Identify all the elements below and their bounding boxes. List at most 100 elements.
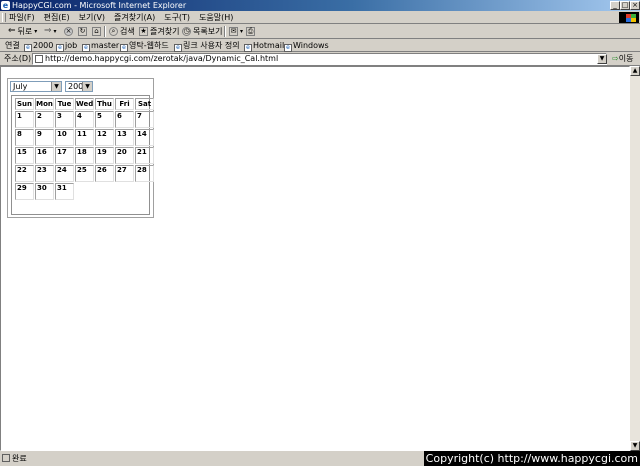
- forward-button[interactable]: ⇒ ▾: [44, 26, 57, 37]
- favorites-button[interactable]: ★ 즐겨찾기: [139, 26, 179, 37]
- scroll-up-button[interactable]: ▲: [630, 66, 640, 76]
- address-input[interactable]: http://demo.happycgi.com/zerotak/java/Dy…: [32, 53, 607, 65]
- windows-logo-icon: [619, 12, 639, 23]
- day-cell[interactable]: 27: [115, 165, 134, 182]
- link-2000[interactable]: e 2000: [24, 39, 53, 52]
- weekday-header: Sun: [15, 98, 34, 110]
- back-arrow-icon: ⇐: [8, 26, 16, 36]
- history-button[interactable]: ◷ 목록보기: [182, 26, 222, 37]
- link-page-icon: e: [24, 44, 32, 52]
- link-hotmail[interactable]: e Hotmail: [244, 39, 284, 52]
- stop-button[interactable]: ×: [64, 26, 73, 37]
- refresh-button[interactable]: ↻: [78, 26, 87, 37]
- link-job[interactable]: e job: [56, 39, 77, 52]
- day-cell[interactable]: 3: [55, 111, 74, 128]
- mail-dropdown-icon[interactable]: ▾: [240, 26, 243, 37]
- go-button[interactable]: ⇨이동: [612, 52, 633, 66]
- menu-favorites[interactable]: 즐겨찾기(A): [114, 11, 155, 24]
- menu-help[interactable]: 도움말(H): [199, 11, 233, 24]
- day-cell[interactable]: 30: [35, 183, 54, 200]
- link-webhard[interactable]: e 영탁-웹하드: [120, 39, 169, 52]
- weekday-header: Sat: [135, 98, 154, 110]
- search-button[interactable]: ⌕ 검색: [109, 26, 135, 37]
- day-cell[interactable]: 10: [55, 129, 74, 146]
- links-bar: 연결 e 2000 e job e master e 영탁-웹하드 e 링크 사용자 정의…: [0, 39, 640, 52]
- day-cell[interactable]: 12: [95, 129, 114, 146]
- day-cell[interactable]: 26: [95, 165, 114, 182]
- scroll-down-button[interactable]: ▼: [630, 441, 640, 451]
- link-windows[interactable]: e Windows: [284, 39, 329, 52]
- year-select[interactable]: 2001 ▼: [65, 81, 93, 92]
- favorites-label: 즐겨찾기: [150, 27, 180, 36]
- maximize-button[interactable]: □: [620, 1, 630, 10]
- menu-bar: 파일(F) 편집(E) 보기(V) 즐겨찾기(A) 도구(T) 도움말(H): [0, 11, 640, 24]
- weekday-header: Fri: [115, 98, 134, 110]
- link-master[interactable]: e master: [82, 39, 119, 52]
- menu-tools[interactable]: 도구(T): [164, 11, 190, 24]
- year-dropdown-icon[interactable]: ▼: [82, 82, 92, 91]
- vertical-scrollbar[interactable]: ▲ ▼: [630, 66, 640, 451]
- day-cell[interactable]: 6: [115, 111, 134, 128]
- day-cell[interactable]: 7: [135, 111, 154, 128]
- forward-arrow-icon: ⇒: [44, 26, 52, 36]
- mail-button[interactable]: ✉ ▾: [229, 26, 243, 37]
- search-icon: ⌕: [109, 27, 118, 36]
- month-value: July: [13, 82, 28, 91]
- weekday-header: Wed: [75, 98, 94, 110]
- weekday-header: Thu: [95, 98, 114, 110]
- day-cell[interactable]: 1: [15, 111, 34, 128]
- link-customize[interactable]: e 링크 사용자 정의: [174, 39, 240, 52]
- history-label: 목록보기: [193, 27, 223, 36]
- day-cell[interactable]: 19: [95, 147, 114, 164]
- address-label: 주소(D): [4, 54, 32, 63]
- close-button[interactable]: ×: [630, 1, 640, 10]
- home-button[interactable]: ⌂: [92, 26, 101, 37]
- link-text: Hotmail: [253, 41, 285, 50]
- menu-edit[interactable]: 편집(E): [44, 11, 70, 24]
- refresh-icon: ↻: [78, 27, 87, 36]
- day-cell[interactable]: 28: [135, 165, 154, 182]
- day-cell[interactable]: 11: [75, 129, 94, 146]
- status-bar: 완료 Copyright(c) http://www.happycgi.com: [0, 451, 640, 466]
- day-cell[interactable]: 25: [75, 165, 94, 182]
- day-cell[interactable]: 22: [15, 165, 34, 182]
- day-cell[interactable]: 9: [35, 129, 54, 146]
- day-cell[interactable]: 15: [15, 147, 34, 164]
- back-button[interactable]: ⇐ 뒤로 ▾: [8, 26, 37, 37]
- toolbar-separator: [224, 26, 226, 37]
- day-cell[interactable]: 5: [95, 111, 114, 128]
- day-cell[interactable]: 21: [135, 147, 154, 164]
- window-title: HappyCGI.com - Microsoft Internet Explor…: [12, 1, 187, 10]
- favorites-icon: ★: [139, 27, 148, 36]
- address-url: http://demo.happycgi.com/zerotak/java/Dy…: [45, 54, 279, 63]
- day-cell[interactable]: 31: [55, 183, 74, 200]
- day-cell[interactable]: 4: [75, 111, 94, 128]
- menu-file[interactable]: 파일(F): [9, 11, 35, 24]
- day-cell[interactable]: 29: [15, 183, 34, 200]
- link-page-icon: e: [120, 44, 128, 52]
- link-text: Windows: [293, 41, 329, 50]
- menu-view[interactable]: 보기(V): [79, 11, 105, 24]
- day-cell[interactable]: 13: [115, 129, 134, 146]
- link-page-icon: e: [174, 44, 182, 52]
- day-cell[interactable]: 8: [15, 129, 34, 146]
- calendar-widget: July ▼ 2001 ▼ Sun Mon Tue Wed Thu Fri Sat 1 2 3 4 5…: [7, 78, 154, 218]
- month-dropdown-icon[interactable]: ▼: [51, 82, 61, 91]
- address-dropdown-button[interactable]: ▼: [597, 54, 607, 64]
- minimize-button[interactable]: _: [610, 1, 620, 10]
- day-cell[interactable]: 16: [35, 147, 54, 164]
- back-dropdown-icon[interactable]: ▾: [34, 26, 37, 37]
- menu-grip[interactable]: [2, 13, 6, 22]
- forward-dropdown-icon[interactable]: ▾: [54, 26, 57, 37]
- day-cell[interactable]: 20: [115, 147, 134, 164]
- link-text: 영탁-웹하드: [129, 41, 169, 50]
- day-cell[interactable]: 17: [55, 147, 74, 164]
- day-cell[interactable]: 2: [35, 111, 54, 128]
- page-icon: [35, 55, 43, 63]
- month-select[interactable]: July ▼: [10, 81, 62, 92]
- day-cell[interactable]: 18: [75, 147, 94, 164]
- print-button[interactable]: ⎙: [246, 26, 255, 37]
- day-cell[interactable]: 23: [35, 165, 54, 182]
- day-cell[interactable]: 14: [135, 129, 154, 146]
- day-cell[interactable]: 24: [55, 165, 74, 182]
